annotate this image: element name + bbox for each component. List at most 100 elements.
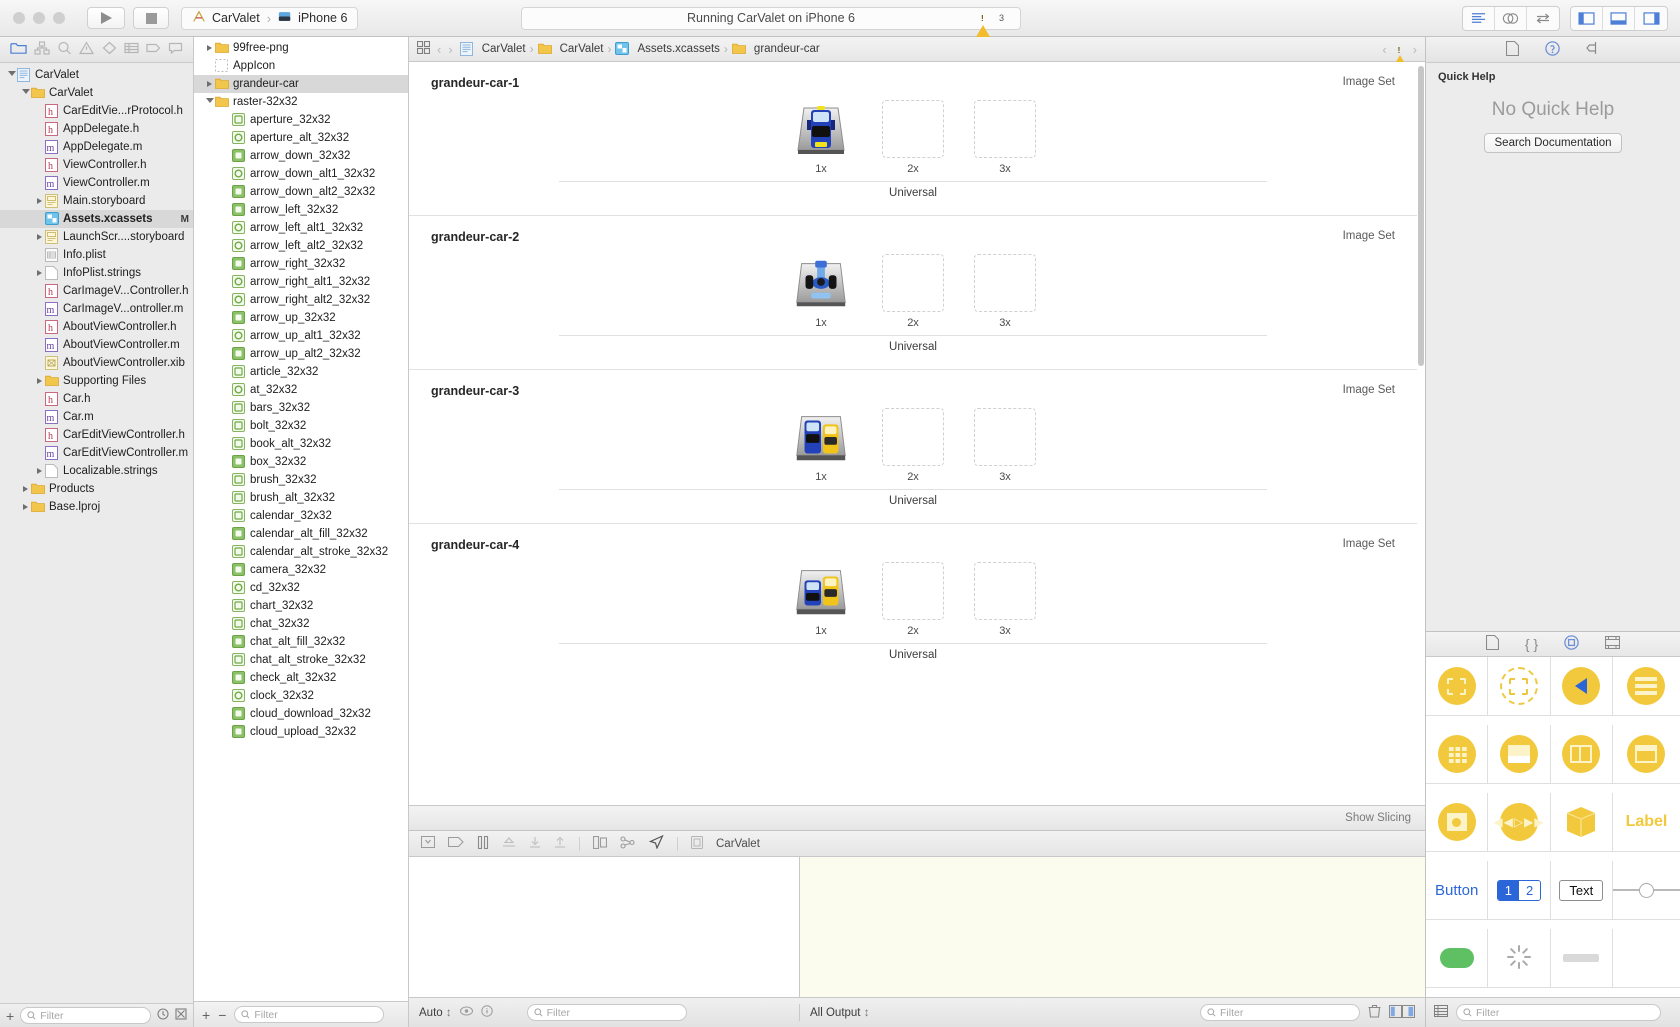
console-output-selector[interactable]: All Output ↕ bbox=[810, 1007, 869, 1019]
zoom-window-button[interactable] bbox=[53, 12, 65, 24]
file-template-library-tab[interactable] bbox=[1485, 634, 1499, 653]
image-slot[interactable]: 3x bbox=[974, 100, 1036, 175]
related-items-icon[interactable] bbox=[416, 40, 431, 57]
step-into-icon[interactable] bbox=[529, 836, 541, 852]
navigator-row[interactable]: m CarImageV...ontroller.m bbox=[0, 300, 193, 318]
navigator-row[interactable]: CarValet bbox=[0, 66, 193, 84]
asset-row[interactable]: cloud_download_32x32 bbox=[194, 705, 408, 723]
navigator-row[interactable]: h CarImageV...Controller.h bbox=[0, 282, 193, 300]
asset-row[interactable]: cloud_upload_32x32 bbox=[194, 723, 408, 741]
navigator-filter-input[interactable]: Filter bbox=[20, 1007, 151, 1024]
navigator-row[interactable]: h AboutViewController.h bbox=[0, 318, 193, 336]
toggle-navigator-button[interactable] bbox=[1571, 6, 1603, 30]
disclosure-triangle-right[interactable] bbox=[204, 81, 215, 87]
asset-row[interactable]: arrow_down_32x32 bbox=[194, 147, 408, 165]
asset-row[interactable]: arrow_down_alt2_32x32 bbox=[194, 183, 408, 201]
navigator-row[interactable]: h CarEditViewController.h bbox=[0, 426, 193, 444]
scrollbar-thumb[interactable] bbox=[1418, 66, 1424, 366]
add-asset-button[interactable]: + bbox=[202, 1007, 210, 1023]
asset-row[interactable]: calendar_32x32 bbox=[194, 507, 408, 525]
asset-row[interactable]: 99free-png bbox=[194, 39, 408, 57]
navigator-row[interactable]: Localizable.strings bbox=[0, 462, 193, 480]
asset-row[interactable]: calendar_alt_fill_32x32 bbox=[194, 525, 408, 543]
image-slot-artwork[interactable] bbox=[790, 562, 852, 620]
show-slicing-button[interactable]: Show Slicing bbox=[1345, 812, 1411, 824]
view-debugger-icon[interactable] bbox=[592, 835, 608, 852]
disclosure-triangle-right[interactable] bbox=[34, 378, 45, 384]
library-item-progress-view[interactable] bbox=[1550, 929, 1613, 988]
disclosure-triangle-down[interactable] bbox=[204, 98, 215, 106]
standard-editor-button[interactable] bbox=[1463, 6, 1495, 30]
image-slot-artwork[interactable] bbox=[790, 254, 852, 312]
library-item-segmented-control[interactable]: 1 2 bbox=[1488, 861, 1551, 920]
breakpoints-activate-icon[interactable] bbox=[447, 836, 464, 851]
memory-graph-icon[interactable] bbox=[620, 835, 636, 852]
image-slot-empty-well[interactable] bbox=[974, 254, 1036, 312]
media-library-tab[interactable] bbox=[1605, 635, 1621, 652]
recent-files-filter-icon[interactable] bbox=[157, 1008, 169, 1023]
warning-icon[interactable] bbox=[976, 11, 990, 37]
go-forward-button[interactable]: › bbox=[448, 42, 452, 57]
asset-row[interactable]: book_alt_32x32 bbox=[194, 435, 408, 453]
asset-row[interactable]: arrow_up_alt1_32x32 bbox=[194, 327, 408, 345]
navigator-row[interactable]: Main.storyboard bbox=[0, 192, 193, 210]
disclosure-triangle-down[interactable] bbox=[6, 71, 17, 79]
image-slot[interactable]: 1x bbox=[790, 408, 852, 483]
asset-row[interactable]: brush_alt_32x32 bbox=[194, 489, 408, 507]
library-filter-input[interactable]: Filter bbox=[1456, 1004, 1661, 1021]
simulate-location-icon[interactable] bbox=[648, 834, 664, 852]
inspector-selector-bar[interactable] bbox=[1426, 37, 1680, 63]
library-item-view-controller[interactable] bbox=[1488, 657, 1551, 716]
navigator-row[interactable]: InfoPlist.strings bbox=[0, 264, 193, 282]
image-slot-artwork[interactable] bbox=[790, 100, 852, 158]
asset-row[interactable]: arrow_right_alt2_32x32 bbox=[194, 291, 408, 309]
asset-row[interactable]: chart_32x32 bbox=[194, 597, 408, 615]
editor-vertical-scrollbar[interactable] bbox=[1417, 62, 1425, 805]
project-navigator-tree[interactable]: CarValet CarValet h CarEditVie...rProtocol.… bbox=[0, 63, 193, 1003]
minimize-window-button[interactable] bbox=[33, 12, 45, 24]
step-out-icon[interactable] bbox=[554, 836, 566, 852]
library-item-collection-view[interactable] bbox=[1426, 725, 1489, 784]
asset-row[interactable]: arrow_down_alt1_32x32 bbox=[194, 165, 408, 183]
image-slot-empty-well[interactable] bbox=[882, 100, 944, 158]
asset-row[interactable]: clock_32x32 bbox=[194, 687, 408, 705]
asset-row[interactable]: arrow_right_32x32 bbox=[194, 255, 408, 273]
navigator-selector-bar[interactable] bbox=[0, 37, 193, 63]
asset-row[interactable]: raster-32x32 bbox=[194, 93, 408, 111]
library-item-view[interactable] bbox=[1426, 657, 1489, 716]
navigator-row[interactable]: Info.plist bbox=[0, 246, 193, 264]
navigator-row[interactable]: m AppDelegate.m bbox=[0, 138, 193, 156]
library-item-page-control[interactable] bbox=[1612, 929, 1680, 988]
asset-row[interactable]: aperture_32x32 bbox=[194, 111, 408, 129]
hide-debug-area-icon[interactable] bbox=[421, 836, 435, 851]
breadcrumb[interactable]: CarValet › CarValet › Assets.xcassets › grande… bbox=[459, 42, 820, 56]
image-set-section[interactable]: grandeur-car-3 Image Set 1x 2x 3x Universal bbox=[409, 369, 1417, 523]
image-slot-empty-well[interactable] bbox=[882, 254, 944, 312]
image-slot[interactable]: 2x bbox=[882, 408, 944, 483]
asset-row[interactable]: at_32x32 bbox=[194, 381, 408, 399]
asset-row[interactable]: bars_32x32 bbox=[194, 399, 408, 417]
library-item-split-view[interactable] bbox=[1550, 725, 1613, 784]
library-item-navigation-controller[interactable] bbox=[1550, 657, 1613, 716]
disclosure-triangle-right[interactable] bbox=[20, 504, 31, 510]
asset-row[interactable]: arrow_up_alt2_32x32 bbox=[194, 345, 408, 363]
library-item-image-cell[interactable]: ★ ⋯ bbox=[1488, 725, 1551, 784]
library-item-slider[interactable] bbox=[1612, 861, 1680, 920]
asset-row[interactable]: check_alt_32x32 bbox=[194, 669, 408, 687]
breadcrumb-segment[interactable]: Assets.xcassets bbox=[615, 42, 720, 56]
next-issue-button[interactable]: › bbox=[1413, 42, 1417, 57]
asset-row[interactable]: bolt_32x32 bbox=[194, 417, 408, 435]
image-set-section[interactable]: grandeur-car-4 Image Set 1x 2x 3x Universal bbox=[409, 523, 1417, 677]
asset-row[interactable]: grandeur-car bbox=[194, 75, 408, 93]
variable-scope-selector[interactable]: Auto ↕ bbox=[419, 1007, 452, 1019]
navigator-row[interactable]: Assets.xcassets M bbox=[0, 210, 193, 228]
disclosure-triangle-right[interactable] bbox=[204, 45, 215, 51]
asset-row[interactable]: chat_32x32 bbox=[194, 615, 408, 633]
run-button[interactable] bbox=[87, 7, 125, 29]
console-output[interactable] bbox=[800, 857, 1425, 997]
library-item-table-view-controller[interactable] bbox=[1612, 657, 1680, 716]
go-back-button[interactable]: ‹ bbox=[437, 42, 441, 57]
disclosure-triangle-right[interactable] bbox=[34, 198, 45, 204]
library-item-button[interactable]: Button bbox=[1426, 861, 1489, 920]
navigator-row[interactable]: h CarEditVie...rProtocol.h bbox=[0, 102, 193, 120]
